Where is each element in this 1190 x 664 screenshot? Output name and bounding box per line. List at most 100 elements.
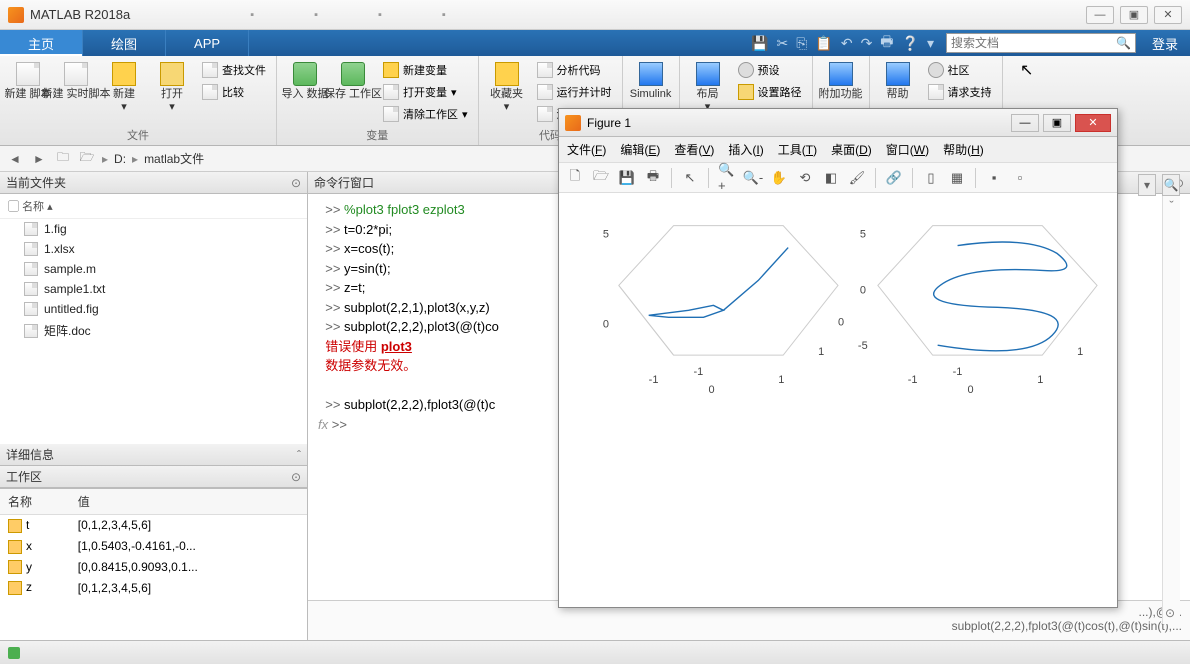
- new-var-button[interactable]: 新建变量: [379, 60, 472, 80]
- search-box[interactable]: 🔍: [946, 33, 1136, 53]
- maximize-button[interactable]: ▣: [1120, 6, 1148, 24]
- tab-home[interactable]: 主页: [0, 30, 83, 56]
- figure-menu-item[interactable]: 工具(T): [778, 141, 817, 158]
- clear-ws-button[interactable]: 清除工作区 ▾: [379, 104, 472, 124]
- file-item[interactable]: sample1.txt: [0, 279, 307, 299]
- analyze-code-button[interactable]: 分析代码: [533, 60, 616, 80]
- prefs-button[interactable]: 预设: [734, 60, 806, 80]
- tab-plots[interactable]: 绘图: [83, 30, 166, 56]
- zoom-out-icon[interactable]: 🔍-: [743, 168, 763, 188]
- file-item[interactable]: 1.xlsx: [0, 239, 307, 259]
- new-button[interactable]: 新建▾: [102, 60, 146, 127]
- svg-text:-1: -1: [953, 366, 963, 378]
- save-fig-icon[interactable]: 💾: [617, 168, 637, 188]
- open-button[interactable]: 打开▾: [150, 60, 194, 127]
- file-item[interactable]: 1.fig: [0, 219, 307, 239]
- print-fig-icon[interactable]: 🖶: [643, 168, 663, 188]
- new-live-script-button[interactable]: 新建 实时脚本: [54, 60, 98, 127]
- figure-menu-item[interactable]: 帮助(H): [943, 141, 984, 158]
- workspace-var-row[interactable]: y[0,0.8415,0.9093,0.1...: [0, 557, 307, 578]
- subplot-2[interactable]: 5 0 -5 -1 0 1 1 -1: [858, 226, 1097, 396]
- fig-maximize-button[interactable]: ▣: [1043, 114, 1071, 132]
- figure-menu-item[interactable]: 桌面(D): [831, 141, 872, 158]
- search-icon[interactable]: 🔍: [1116, 36, 1131, 50]
- colorbar-icon[interactable]: ▯: [921, 168, 941, 188]
- figure-axes-area[interactable]: 5 0 -1 0 1 1 0 -1 5 0 -5 -1 0 1: [559, 193, 1117, 607]
- figure-titlebar[interactable]: Figure 1 — ▣ ✕: [559, 109, 1117, 137]
- support-button[interactable]: 请求支持: [924, 82, 996, 102]
- run-time-button[interactable]: 运行并计时: [533, 82, 616, 102]
- file-item[interactable]: 矩阵.doc: [0, 319, 307, 342]
- cut-icon[interactable]: ✂: [776, 35, 788, 52]
- new-fig-icon[interactable]: 🗋: [565, 168, 585, 188]
- compare-button[interactable]: 比较: [198, 82, 270, 102]
- datatip-icon[interactable]: ◧: [821, 168, 841, 188]
- fig-minimize-button[interactable]: —: [1011, 114, 1039, 132]
- search-input[interactable]: [951, 36, 1116, 50]
- side-toggle[interactable]: ▾: [1138, 174, 1156, 196]
- minimize-button[interactable]: —: [1086, 6, 1114, 24]
- link-icon[interactable]: 🔗: [884, 168, 904, 188]
- pointer-icon[interactable]: ↖: [680, 168, 700, 188]
- brush-icon[interactable]: 🖌: [847, 168, 867, 188]
- undo-icon[interactable]: ↶: [841, 35, 853, 52]
- zoom-in-icon[interactable]: 🔍+: [717, 168, 737, 188]
- open-fig-icon[interactable]: 🗁: [591, 168, 611, 188]
- name-column[interactable]: 名称: [22, 201, 44, 213]
- fig-close-button[interactable]: ✕: [1075, 114, 1111, 132]
- save-workspace-button[interactable]: 保存 工作区: [331, 60, 375, 127]
- nav-back-icon[interactable]: ◄: [6, 150, 24, 168]
- figure-window[interactable]: Figure 1 — ▣ ✕ 文件(F) 编辑(E) 查看(V) 插入(I) 工具(T)…: [558, 108, 1118, 608]
- subplot-1[interactable]: 5 0 -1 0 1 1 0 -1: [603, 226, 844, 396]
- close-button[interactable]: ✕: [1154, 6, 1182, 24]
- dropdown-icon[interactable]: ▾: [927, 35, 934, 52]
- workspace-var-row[interactable]: x[1,0.5403,-0.4161,-0...: [0, 536, 307, 557]
- figure-menu-item[interactable]: 编辑(E): [620, 141, 660, 158]
- file-item[interactable]: untitled.fig: [0, 299, 307, 319]
- print-icon[interactable]: 🖶: [880, 31, 893, 55]
- figure-menu-item[interactable]: 窗口(W): [886, 141, 929, 158]
- rotate-icon[interactable]: ⟲: [795, 168, 815, 188]
- copy-icon[interactable]: ⎘: [796, 35, 807, 52]
- breadcrumb-drive[interactable]: D:: [114, 152, 126, 166]
- ws-value-col[interactable]: 值: [70, 489, 307, 515]
- paste-icon[interactable]: 📋: [815, 35, 832, 52]
- folder-icon[interactable]: 🗀: [54, 150, 72, 168]
- find-files-button[interactable]: 查找文件: [198, 60, 270, 80]
- figure-menu-item[interactable]: 插入(I): [728, 141, 763, 158]
- file-list: ▢ 名称 ▴ 1.fig1.xlsxsample.msample1.txtunt…: [0, 194, 307, 444]
- svg-text:-1: -1: [908, 374, 918, 386]
- svg-text:0: 0: [708, 384, 714, 396]
- legend-icon[interactable]: ▦: [947, 168, 967, 188]
- details-header[interactable]: 详细信息ˆ: [0, 444, 307, 466]
- search-toggle[interactable]: 🔍: [1162, 174, 1180, 196]
- figure-menu-item[interactable]: 文件(F): [567, 141, 606, 158]
- import-data-button[interactable]: 导入 数据: [283, 60, 327, 127]
- redo-icon[interactable]: ↷: [861, 35, 873, 52]
- file-item[interactable]: sample.m: [0, 259, 307, 279]
- up-icon[interactable]: 🗁: [78, 150, 96, 168]
- collapse-icon[interactable]: ⊙: [291, 176, 301, 190]
- ws-name-col[interactable]: 名称: [0, 489, 70, 515]
- save-icon[interactable]: 💾: [751, 35, 768, 52]
- hide-tools-icon[interactable]: ▪: [984, 168, 1004, 188]
- open-var-button[interactable]: 打开变量 ▾: [379, 82, 472, 102]
- nav-fwd-icon[interactable]: ►: [30, 150, 48, 168]
- favorites-button[interactable]: 收藏夹▾: [485, 60, 529, 127]
- show-tools-icon[interactable]: ▫: [1010, 168, 1030, 188]
- figure-menu-item[interactable]: 查看(V): [674, 141, 714, 158]
- workspace-var-row[interactable]: z[0,1,2,3,4,5,6]: [0, 577, 307, 598]
- community-button[interactable]: 社区: [924, 60, 996, 80]
- title-bar: MATLAB R2018a ▪▪▪▪ — ▣ ✕: [0, 0, 1190, 30]
- pan-icon[interactable]: ✋: [769, 168, 789, 188]
- options-icon[interactable]: ⊙: [1165, 606, 1175, 620]
- svg-text:0: 0: [968, 384, 974, 396]
- help-icon[interactable]: ❔: [902, 35, 919, 52]
- login-button[interactable]: 登录: [1140, 30, 1190, 56]
- breadcrumb-folder[interactable]: matlab文件: [144, 150, 204, 167]
- svg-text:0: 0: [860, 284, 866, 296]
- tab-apps[interactable]: APP: [166, 30, 249, 56]
- workspace-var-row[interactable]: t[0,1,2,3,4,5,6]: [0, 515, 307, 536]
- set-path-button[interactable]: 设置路径: [734, 82, 806, 102]
- collapse-icon[interactable]: ⊙: [291, 470, 301, 484]
